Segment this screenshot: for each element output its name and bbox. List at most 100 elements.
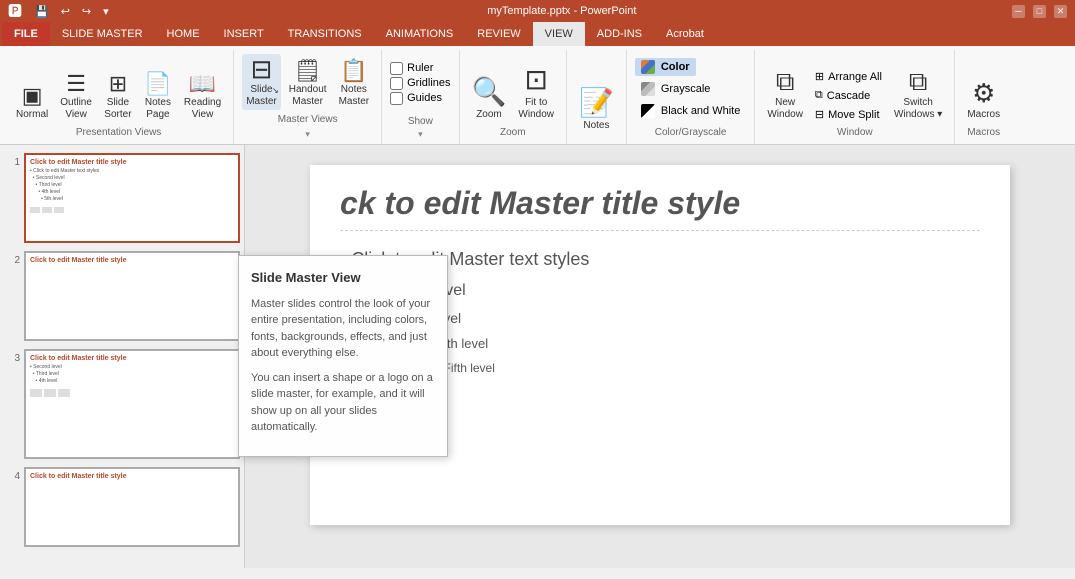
save-button[interactable]: 💾 bbox=[32, 4, 52, 19]
handout-label: HandoutMaster bbox=[289, 84, 327, 108]
customize-button[interactable]: ▾ bbox=[100, 4, 112, 19]
close-button[interactable]: ✕ bbox=[1054, 5, 1067, 18]
slide-sorter-icon: ⊞ bbox=[109, 73, 127, 95]
master-views-label: Master Views bbox=[278, 114, 338, 127]
maximize-button[interactable]: □ bbox=[1033, 5, 1046, 18]
tab-view[interactable]: VIEW bbox=[533, 22, 585, 46]
zoom-label: Zoom bbox=[476, 109, 502, 121]
arrange-all-button[interactable]: ⊞ Arrange All bbox=[811, 68, 886, 85]
notes-buttons: 📝 Notes bbox=[575, 54, 618, 134]
ruler-label: Ruler bbox=[407, 62, 433, 74]
quick-access-toolbar[interactable]: 🅿 💾 ↩ ↪ ▾ bbox=[8, 1, 112, 21]
slide-sorter-label: SlideSorter bbox=[104, 97, 131, 121]
cascade-label: Cascade bbox=[827, 90, 870, 102]
tab-addins[interactable]: ADD-INS bbox=[585, 22, 654, 46]
tab-home[interactable]: HOME bbox=[155, 22, 212, 46]
tab-file[interactable]: FILE bbox=[2, 22, 50, 46]
master-views-buttons: ⊟ SlideMaster ↘ 🗒 HandoutMaster 📋 NotesM… bbox=[242, 54, 373, 110]
zoom-button[interactable]: 🔍 Zoom bbox=[468, 73, 511, 123]
bw-label: Black and White bbox=[661, 105, 740, 117]
slide-thumb-body-1: • Click to edit Master text styles • Sec… bbox=[30, 168, 234, 203]
normal-view-button[interactable]: ▣ Normal bbox=[12, 83, 52, 123]
macros-label: Macros bbox=[967, 109, 1000, 121]
redo-button[interactable]: ↪ bbox=[79, 4, 94, 19]
slide-thumbnail-2: 2 Click to edit Master title style bbox=[4, 251, 240, 341]
slide-thumb-content-1: Click to edit Master title style • Click… bbox=[26, 155, 238, 217]
color-grayscale-label: Color/Grayscale bbox=[655, 127, 727, 140]
gridlines-check[interactable] bbox=[390, 77, 403, 90]
slide-thumb-2[interactable]: Click to edit Master title style bbox=[24, 251, 240, 341]
fit-icon: ⊡ bbox=[524, 63, 547, 97]
tab-transitions[interactable]: TRANSITIONS bbox=[276, 22, 374, 46]
color-swatch bbox=[641, 60, 655, 74]
slide-number-4: 4 bbox=[4, 467, 20, 482]
grayscale-button[interactable]: Grayscale bbox=[635, 80, 717, 98]
slide-thumbnail-3: 3 Click to edit Master title style • Sec… bbox=[4, 349, 240, 459]
notes-page-button[interactable]: 📄 NotesPage bbox=[140, 71, 176, 123]
notes-master-icon: 📋 bbox=[340, 60, 367, 82]
guides-check[interactable] bbox=[390, 92, 403, 105]
handout-master-button[interactable]: 🗒 HandoutMaster bbox=[285, 58, 331, 110]
slide-master-tooltip: Slide Master View Master slides control … bbox=[238, 255, 448, 457]
slide-thumbnail-1: 1 Click to edit Master title style • Cli… bbox=[4, 153, 240, 243]
macros-button[interactable]: ⚙ Macros bbox=[963, 76, 1004, 123]
switch-windows-button[interactable]: ⧉ SwitchWindows ▾ bbox=[890, 64, 946, 123]
tab-animations[interactable]: ANIMATIONS bbox=[374, 22, 466, 46]
zoom-label: Zoom bbox=[500, 127, 526, 140]
new-window-label: NewWindow bbox=[767, 97, 803, 121]
ribbon-group-master-views: ⊟ SlideMaster ↘ 🗒 HandoutMaster 📋 NotesM… bbox=[234, 50, 382, 144]
cursor-indicator: ↘ bbox=[272, 86, 279, 96]
color-label: Color bbox=[661, 61, 690, 73]
guides-label: Guides bbox=[407, 92, 442, 104]
gridlines-checkbox[interactable]: Gridlines bbox=[390, 77, 450, 90]
slide-number-2: 2 bbox=[4, 251, 20, 266]
color-button[interactable]: Color bbox=[635, 58, 696, 76]
cascade-icon: ⧉ bbox=[815, 89, 823, 102]
slide-thumb-title-2: Click to edit Master title style bbox=[30, 257, 234, 264]
arrange-label: Arrange All bbox=[828, 71, 882, 83]
slide-sorter-button[interactable]: ⊞ SlideSorter bbox=[100, 71, 136, 123]
reading-view-button[interactable]: 📖 ReadingView bbox=[180, 71, 225, 123]
ruler-check[interactable] bbox=[390, 62, 403, 75]
normal-icon: ▣ bbox=[22, 85, 43, 107]
tab-slide-master[interactable]: SLIDE MASTER bbox=[50, 22, 155, 46]
ruler-checkbox[interactable]: Ruler bbox=[390, 62, 450, 75]
window-small-buttons: ⊞ Arrange All ⧉ Cascade ⊟ Move Split bbox=[811, 68, 886, 123]
guides-checkbox[interactable]: Guides bbox=[390, 92, 450, 105]
new-window-icon: ⧉ bbox=[776, 66, 795, 97]
slide-number-3: 3 bbox=[4, 349, 20, 364]
move-split-button[interactable]: ⊟ Move Split bbox=[811, 106, 886, 123]
tab-insert[interactable]: INSERT bbox=[212, 22, 276, 46]
tab-acrobat[interactable]: Acrobat bbox=[654, 22, 716, 46]
slide-thumb-4[interactable]: Click to edit Master title style bbox=[24, 467, 240, 547]
grayscale-swatch bbox=[641, 82, 655, 96]
outline-view-button[interactable]: ☰ OutlineView bbox=[56, 71, 96, 123]
notes-master-button[interactable]: 📋 NotesMaster bbox=[335, 58, 374, 110]
new-window-button[interactable]: ⧉ NewWindow bbox=[763, 64, 807, 123]
slide-thumb-title-3: Click to edit Master title style bbox=[30, 355, 234, 362]
slide-thumb-1[interactable]: Click to edit Master title style • Click… bbox=[24, 153, 240, 243]
fit-to-window-button[interactable]: ⊡ Fit toWindow bbox=[514, 61, 558, 123]
cascade-button[interactable]: ⧉ Cascade bbox=[811, 87, 886, 104]
slide-thumb-icons bbox=[30, 207, 234, 213]
reading-label: ReadingView bbox=[184, 97, 221, 121]
window-controls[interactable]: ─ □ ✕ bbox=[1012, 5, 1067, 18]
normal-label: Normal bbox=[16, 109, 48, 121]
ribbon-group-notes: 📝 Notes bbox=[567, 50, 627, 144]
macros-icon: ⚙ bbox=[972, 78, 995, 109]
slide-master-icon: ⊟ bbox=[251, 56, 273, 82]
slide-thumb-3[interactable]: Click to edit Master title style • Secon… bbox=[24, 349, 240, 459]
move-split-icon: ⊟ bbox=[815, 108, 824, 121]
app-icon: 🅿 bbox=[8, 1, 22, 21]
tab-review[interactable]: REVIEW bbox=[465, 22, 532, 46]
master-views-expand[interactable]: ▾ bbox=[305, 129, 310, 140]
notes-button[interactable]: 📝 Notes bbox=[575, 84, 618, 134]
undo-button[interactable]: ↩ bbox=[58, 4, 73, 19]
macros-label: Macros bbox=[967, 127, 1000, 140]
black-and-white-button[interactable]: Black and White bbox=[635, 102, 746, 120]
title-bar: 🅿 💾 ↩ ↪ ▾ myTemplate.pptx - PowerPoint ─… bbox=[0, 0, 1075, 22]
notes-icon: 📝 bbox=[579, 86, 614, 120]
show-expand[interactable]: ▾ bbox=[418, 129, 423, 140]
minimize-button[interactable]: ─ bbox=[1012, 5, 1025, 18]
slide-master-button[interactable]: ⊟ SlideMaster ↘ bbox=[242, 54, 281, 110]
